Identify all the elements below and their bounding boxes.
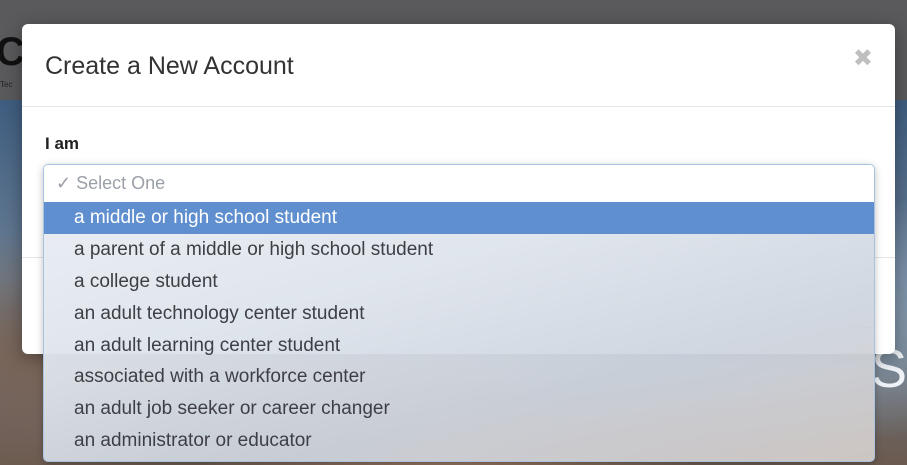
option-parent-of-student[interactable]: a parent of a middle or high school stud… — [44, 234, 874, 266]
account-type-label: I am — [45, 134, 80, 153]
option-job-seeker-career-changer[interactable]: an adult job seeker or career changer — [44, 393, 874, 425]
modal-header: Create a New Account ✖ — [22, 24, 895, 107]
select-placeholder-option[interactable]: ✓ Select One — [44, 165, 874, 202]
option-workforce-center[interactable]: associated with a workforce center — [44, 361, 874, 393]
account-type-dropdown[interactable]: ✓ Select One a middle or high school stu… — [43, 164, 875, 462]
option-middle-high-school-student[interactable]: a middle or high school student — [44, 202, 874, 234]
close-icon[interactable]: ✖ — [853, 44, 873, 72]
option-college-student[interactable]: a college student — [44, 266, 874, 298]
option-administrator-educator[interactable]: an administrator or educator — [44, 425, 874, 457]
option-adult-learning-center-student[interactable]: an adult learning center student — [44, 330, 874, 362]
option-adult-technology-center-student[interactable]: an adult technology center student — [44, 298, 874, 330]
site-tagline-fragment: Tec — [0, 80, 13, 89]
modal-title: Create a New Account — [45, 52, 294, 80]
